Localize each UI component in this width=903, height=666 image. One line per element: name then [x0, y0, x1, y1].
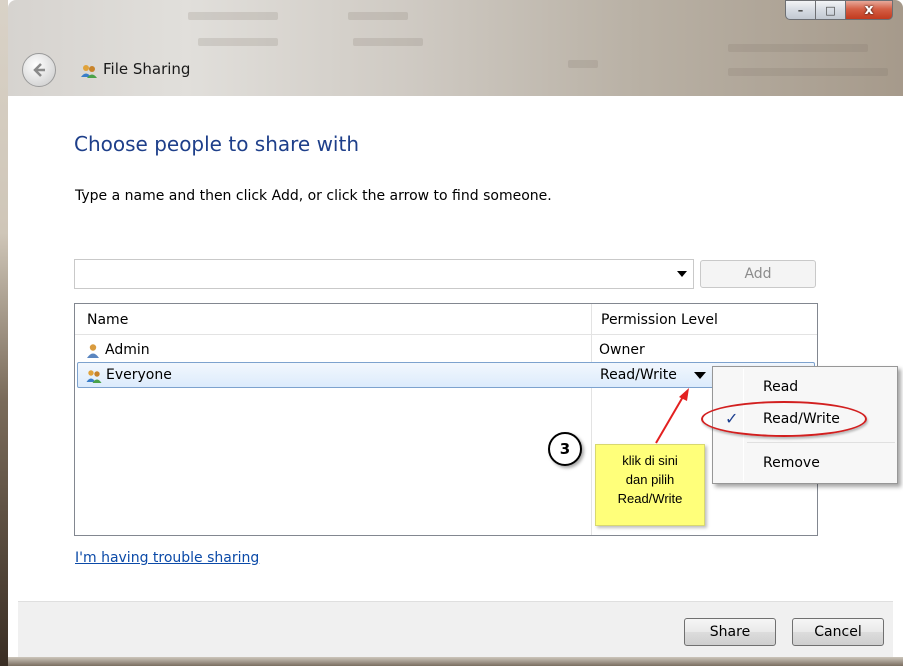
note-line: dan pilih — [625, 472, 675, 487]
background-blur — [728, 68, 888, 76]
share-button[interactable]: Share — [684, 618, 776, 646]
title-bar[interactable]: File Sharing – □ x — [8, 0, 903, 96]
trouble-sharing-link[interactable]: I'm having trouble sharing — [75, 550, 259, 566]
name-combobox[interactable] — [74, 259, 694, 289]
cancel-button[interactable]: Cancel — [792, 618, 884, 646]
background-blur — [348, 12, 408, 20]
window-title: File Sharing — [103, 60, 191, 78]
close-icon: x — [864, 2, 874, 18]
share-people-icon — [81, 65, 97, 78]
group-icon — [86, 370, 102, 383]
column-header-name[interactable]: Name — [87, 312, 128, 328]
dialog-footer: Share Cancel — [18, 601, 893, 657]
list-row-everyone[interactable]: Everyone Read/Write — [77, 362, 815, 388]
caption-buttons: – □ x — [785, 0, 893, 22]
back-arrow-icon — [33, 63, 45, 77]
callout-note: klik di sini dan pilih Read/Write — [595, 444, 705, 526]
user-icon — [87, 344, 99, 358]
permission-dropdown-arrow-icon[interactable] — [694, 372, 706, 379]
background-blur — [728, 44, 868, 52]
maximize-button[interactable]: □ — [815, 0, 845, 20]
list-row-admin[interactable]: Admin Owner — [77, 338, 815, 364]
permission-dropdown[interactable]: Read/Write — [600, 367, 677, 383]
list-header: Name Permission Level — [75, 304, 817, 335]
close-button[interactable]: x — [845, 0, 893, 20]
back-button[interactable] — [22, 53, 56, 87]
background-blur — [353, 38, 423, 46]
minimize-button[interactable]: – — [785, 0, 815, 20]
column-header-permission[interactable]: Permission Level — [601, 312, 718, 328]
menu-item-remove[interactable]: Remove — [715, 449, 895, 477]
menu-item-read[interactable]: Read — [715, 373, 895, 401]
row-name: Everyone — [106, 367, 172, 383]
background-blur — [188, 12, 278, 20]
highlight-ellipse — [701, 401, 867, 437]
row-permission: Owner — [599, 342, 645, 358]
menu-item-label: Remove — [763, 455, 820, 471]
minimize-icon: – — [797, 3, 804, 17]
page-heading: Choose people to share with — [74, 132, 360, 156]
file-sharing-window: File Sharing – □ x Choose people to shar… — [8, 0, 903, 666]
content-panel: Choose people to share with Type a name … — [18, 96, 893, 601]
window-bottom-border — [8, 657, 903, 666]
row-name: Admin — [105, 342, 150, 358]
note-line: Read/Write — [617, 491, 683, 506]
add-button[interactable]: Add — [700, 260, 816, 288]
menu-item-label: Read — [763, 379, 799, 395]
maximize-icon: □ — [825, 3, 836, 17]
menu-separator — [747, 442, 895, 443]
background-blur — [568, 60, 598, 68]
step-number-badge: 3 — [548, 432, 582, 466]
instruction-text: Type a name and then click Add, or click… — [75, 188, 552, 204]
screen: File Sharing – □ x Choose people to shar… — [0, 0, 903, 666]
background-blur — [198, 38, 278, 46]
combobox-arrow-icon[interactable] — [677, 271, 687, 277]
note-line: klik di sini — [622, 453, 678, 468]
